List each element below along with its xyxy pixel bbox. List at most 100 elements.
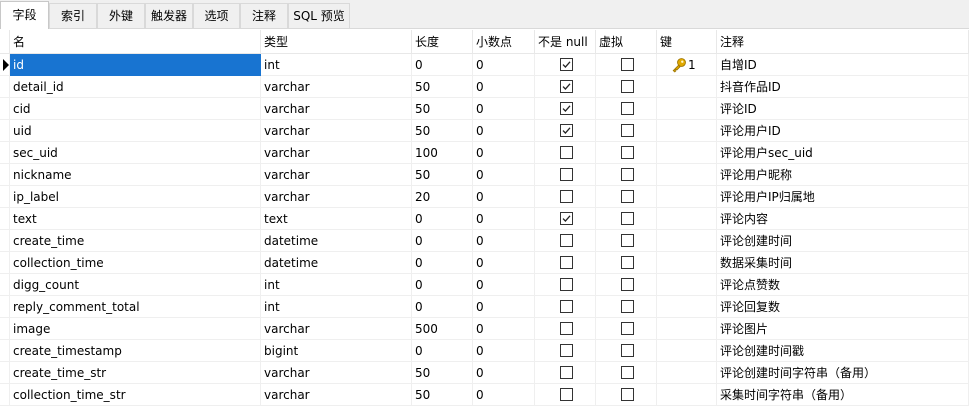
cell-type[interactable]: varchar [261,318,412,340]
cell-not-null[interactable] [535,340,596,362]
cell-key[interactable] [657,142,717,164]
row-gutter[interactable] [0,384,10,406]
cell-decimals[interactable]: 0 [473,274,535,296]
table-row[interactable]: sec_uid varchar 100 0 评论用户sec_uid [0,142,969,164]
cell-not-null[interactable] [535,208,596,230]
cell-decimals[interactable]: 0 [473,76,535,98]
row-gutter[interactable] [0,318,10,340]
cell-decimals[interactable]: 0 [473,318,535,340]
column-header-type[interactable]: 类型 [261,30,412,54]
cell-key[interactable] [657,340,717,362]
cell-comment[interactable]: 抖音作品ID [717,76,969,98]
cell-type[interactable]: datetime [261,230,412,252]
cell-comment[interactable]: 评论回复数 [717,296,969,318]
cell-comment[interactable]: 评论用户IP归属地 [717,186,969,208]
cell-virtual[interactable] [596,362,657,384]
cell-key[interactable] [657,208,717,230]
cell-name[interactable]: sec_uid [10,142,261,164]
table-row[interactable]: cid varchar 50 0 评论ID [0,98,969,120]
virtual-checkbox[interactable] [621,278,634,291]
cell-type[interactable]: int [261,54,412,76]
cell-name[interactable]: collection_time [10,252,261,274]
cell-decimals[interactable]: 0 [473,164,535,186]
cell-name[interactable]: image [10,318,261,340]
not-null-checkbox[interactable] [560,322,573,335]
row-gutter[interactable] [0,208,10,230]
cell-decimals[interactable]: 0 [473,98,535,120]
not-null-checkbox[interactable] [560,344,573,357]
cell-type[interactable]: int [261,296,412,318]
cell-virtual[interactable] [596,252,657,274]
cell-comment[interactable]: 评论用户sec_uid [717,142,969,164]
cell-comment[interactable]: 评论用户昵称 [717,164,969,186]
column-header-virtual[interactable]: 虚拟 [596,30,657,54]
row-gutter[interactable] [0,54,10,76]
cell-comment[interactable]: 评论内容 [717,208,969,230]
cell-key[interactable] [657,230,717,252]
table-row[interactable]: digg_count int 0 0 评论点赞数 [0,274,969,296]
cell-length[interactable]: 50 [412,98,473,120]
cell-virtual[interactable] [596,98,657,120]
cell-type[interactable]: varchar [261,186,412,208]
tab-indexes[interactable]: 索引 [49,3,97,28]
cell-key[interactable] [657,296,717,318]
cell-name[interactable]: reply_comment_total [10,296,261,318]
row-gutter[interactable] [0,98,10,120]
cell-not-null[interactable] [535,318,596,340]
column-header-decimals[interactable]: 小数点 [473,30,535,54]
cell-name[interactable]: digg_count [10,274,261,296]
cell-length[interactable]: 0 [412,230,473,252]
not-null-checkbox[interactable] [560,256,573,269]
cell-type[interactable]: varchar [261,98,412,120]
cell-length[interactable]: 20 [412,186,473,208]
column-header-key[interactable]: 键 [657,30,717,54]
row-gutter[interactable] [0,252,10,274]
cell-key[interactable] [657,186,717,208]
cell-type[interactable]: datetime [261,252,412,274]
cell-type[interactable]: varchar [261,362,412,384]
not-null-checkbox[interactable] [560,190,573,203]
cell-type[interactable]: varchar [261,142,412,164]
cell-key[interactable] [657,362,717,384]
cell-decimals[interactable]: 0 [473,340,535,362]
cell-virtual[interactable] [596,274,657,296]
cell-not-null[interactable] [535,274,596,296]
not-null-checkbox[interactable] [560,212,573,225]
cell-decimals[interactable]: 0 [473,362,535,384]
cell-virtual[interactable] [596,208,657,230]
virtual-checkbox[interactable] [621,80,634,93]
cell-key[interactable] [657,98,717,120]
cell-decimals[interactable]: 0 [473,296,535,318]
cell-not-null[interactable] [535,296,596,318]
virtual-checkbox[interactable] [621,124,634,137]
cell-decimals[interactable]: 0 [473,208,535,230]
cell-type[interactable]: text [261,208,412,230]
not-null-checkbox[interactable] [560,124,573,137]
virtual-checkbox[interactable] [621,146,634,159]
cell-virtual[interactable] [596,230,657,252]
cell-length[interactable]: 0 [412,252,473,274]
row-gutter[interactable] [0,362,10,384]
cell-name[interactable]: create_time_str [10,362,261,384]
cell-virtual[interactable] [596,120,657,142]
cell-comment[interactable]: 数据采集时间 [717,252,969,274]
table-row[interactable]: create_time_str varchar 50 0 评论创建时间字符串（备用） [0,362,969,384]
cell-decimals[interactable]: 0 [473,54,535,76]
cell-name[interactable]: ip_label [10,186,261,208]
table-row[interactable]: reply_comment_total int 0 0 评论回复数 [0,296,969,318]
tab-sql-preview[interactable]: SQL 预览 [288,3,350,28]
column-header-name[interactable]: 名 [10,30,261,54]
cell-decimals[interactable]: 0 [473,120,535,142]
cell-virtual[interactable] [596,340,657,362]
virtual-checkbox[interactable] [621,58,634,71]
table-row[interactable]: create_time datetime 0 0 评论创建时间 [0,230,969,252]
row-gutter[interactable] [0,120,10,142]
cell-length[interactable]: 100 [412,142,473,164]
cell-decimals[interactable]: 0 [473,252,535,274]
not-null-checkbox[interactable] [560,366,573,379]
cell-comment[interactable]: 评论创建时间字符串（备用） [717,362,969,384]
cell-not-null[interactable] [535,362,596,384]
cell-type[interactable]: varchar [261,120,412,142]
virtual-checkbox[interactable] [621,322,634,335]
cell-not-null[interactable] [535,186,596,208]
